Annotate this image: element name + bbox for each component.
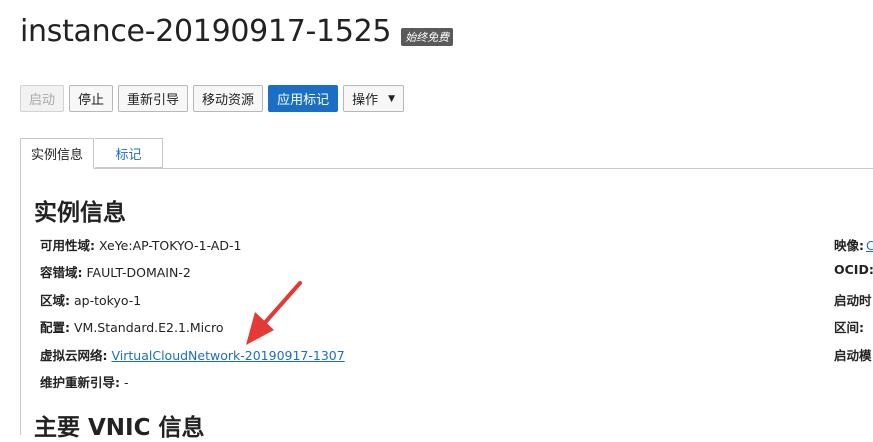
annotation-arrow-icon: [246, 281, 302, 345]
